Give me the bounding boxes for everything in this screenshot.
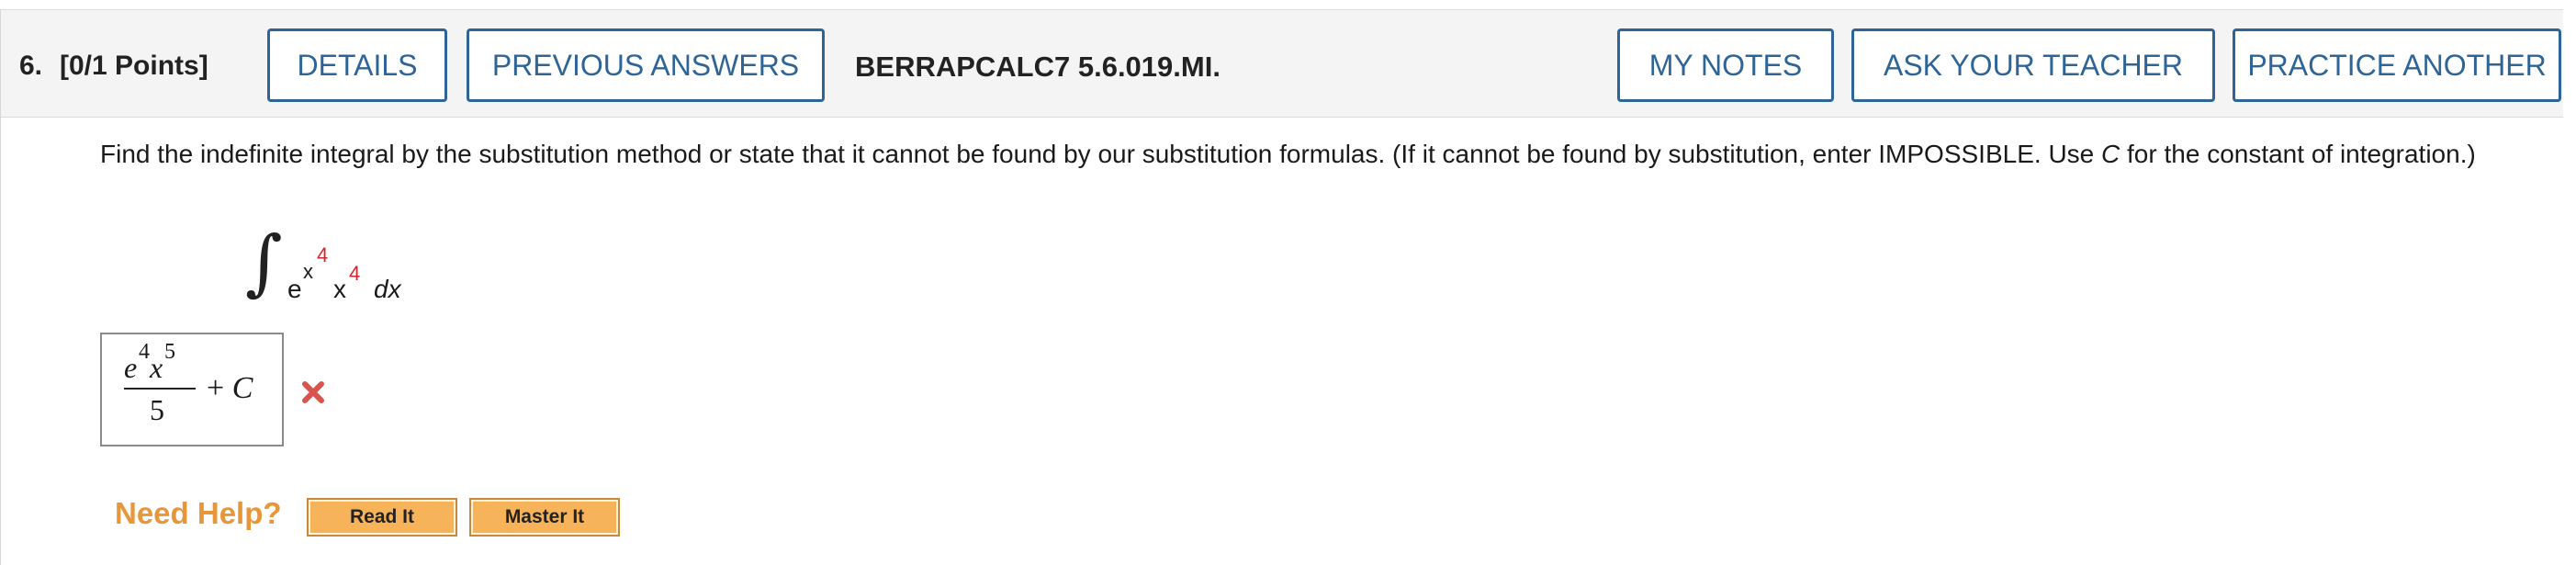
ask-your-teacher-button[interactable]: ASK YOUR TEACHER	[1851, 28, 2215, 102]
answer-num-e: e	[124, 351, 138, 384]
integral-exponent-x: x	[303, 260, 313, 283]
fraction-bar	[124, 388, 196, 390]
answer-plus: +	[207, 371, 232, 405]
master-it-button[interactable]: Master It	[469, 498, 620, 537]
practice-another-button[interactable]: PRACTICE ANOTHER	[2233, 28, 2561, 102]
question-panel: 6. [0/1 Points] DETAILS PREVIOUS ANSWERS…	[0, 9, 2563, 565]
need-help-label: Need Help?	[115, 496, 282, 530]
integral-expression: ∫ e x 4 x 4 dx	[245, 227, 429, 328]
my-notes-button[interactable]: MY NOTES	[1617, 28, 1834, 102]
integral-sign: ∫	[245, 221, 283, 304]
answer-num-x: x	[150, 351, 163, 384]
instructions-text-part1: Find the indefinite integral by the subs…	[100, 140, 2102, 168]
read-it-button[interactable]: Read It	[307, 498, 457, 537]
question-points: [0/1 Points]	[60, 51, 208, 81]
question-body: Find the indefinite integral by the subs…	[1, 117, 2563, 565]
incorrect-icon	[302, 381, 324, 403]
question-header: 6. [0/1 Points] DETAILS PREVIOUS ANSWERS…	[1, 9, 2563, 118]
answer-denominator: 5	[150, 393, 164, 426]
integral-base-e: e	[287, 275, 302, 303]
details-button[interactable]: DETAILS	[267, 28, 447, 102]
integral-factor-power: 4	[349, 262, 361, 285]
integral-differential: dx	[374, 275, 401, 303]
answer-plus-constant: + C	[207, 371, 253, 406]
integral-factor-x: x	[333, 275, 346, 303]
answer-input[interactable]: e 4 x 5 5 + C	[100, 333, 284, 446]
integral-exponent-power: 4	[317, 243, 329, 266]
question-id: BERRAPCALC7 5.6.019.MI.	[855, 51, 1221, 83]
answer-num-x-exponent: 5	[164, 340, 175, 364]
previous-answers-button[interactable]: PREVIOUS ANSWERS	[467, 28, 825, 102]
instructions-text-part2: for the constant of integration.)	[2120, 140, 2476, 168]
constant-symbol: C	[2101, 140, 2120, 168]
answer-num-e-exponent: 4	[139, 340, 150, 364]
question-number: 6.	[19, 51, 43, 81]
answer-constant: C	[231, 371, 253, 405]
question-instructions: Find the indefinite integral by the subs…	[100, 137, 2543, 172]
